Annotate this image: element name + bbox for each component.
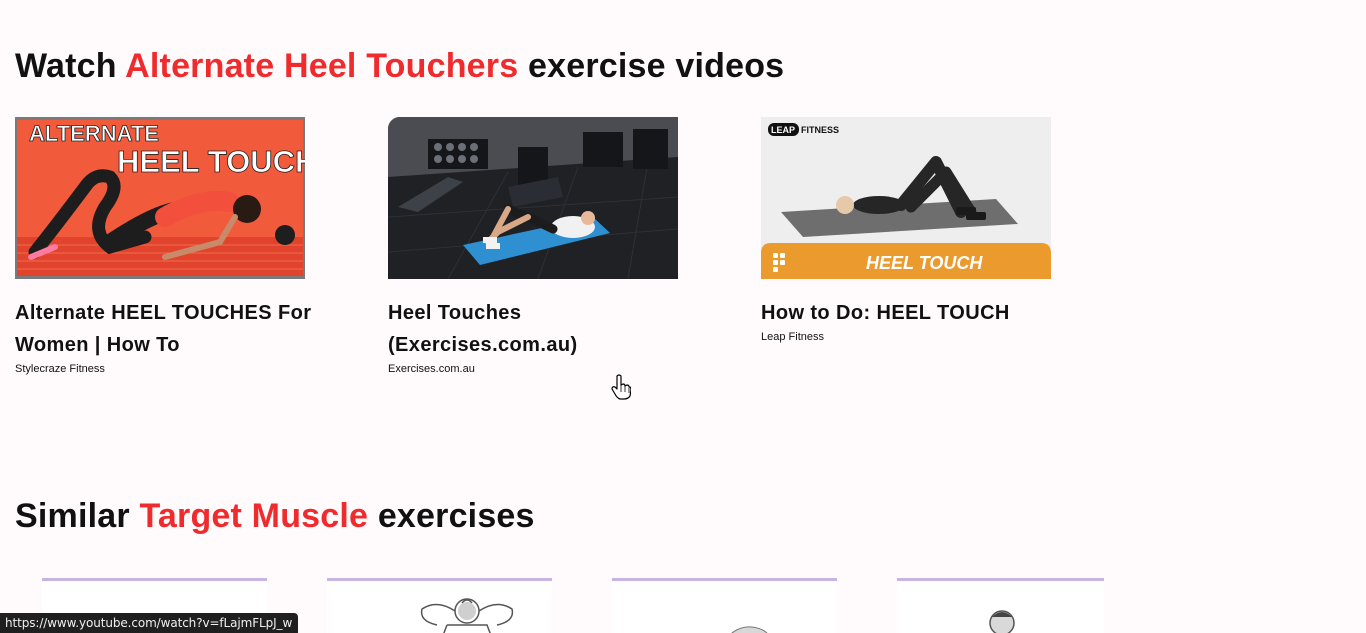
video-channel: Leap Fitness xyxy=(761,331,824,343)
exercise-card[interactable] xyxy=(327,578,552,633)
leap-logo-text: FITNESS xyxy=(801,125,839,135)
video-thumbnail-image: ALTERNATE HEEL TOUCHES xyxy=(15,117,305,279)
video-card[interactable]: ALTERNATE HEEL TOUCHES Alternate HEEL TO… xyxy=(15,117,315,376)
video-channel: Exercises.com.au xyxy=(388,363,475,375)
video-thumbnail[interactable]: ALTERNATE HEEL TOUCHES xyxy=(15,117,305,279)
similar-title-prefix: Similar xyxy=(15,497,130,535)
video-channel: Stylecraze Fitness xyxy=(15,363,105,375)
leap-logo-badge: LEAP xyxy=(771,125,795,135)
exercise-illustration xyxy=(420,598,514,633)
video-thumbnail-image: LEAP FITNESS HEEL TOUCH xyxy=(761,117,1051,279)
video-card[interactable]: Heel Touches (Exercises.com.au) Exercise… xyxy=(388,117,688,376)
videos-title-suffix: exercise videos xyxy=(528,47,785,85)
video-thumbnail[interactable] xyxy=(388,117,678,279)
link-status-bar: https://www.youtube.com/watch?v=fLajmFLp… xyxy=(0,613,299,633)
exercise-card[interactable] xyxy=(612,578,837,633)
page: Watch Alternate Heel Touchers exercise v… xyxy=(0,0,1366,633)
thumbnail-caption-line2: HEEL TOUCHES xyxy=(117,144,305,179)
hand-pointer-icon xyxy=(611,374,631,400)
video-title[interactable]: How to Do: HEEL TOUCH xyxy=(761,297,1061,329)
exercise-card[interactable] xyxy=(897,578,1104,633)
similar-section-title: Similar Target Muscle exercises xyxy=(15,499,535,533)
exercise-illustration xyxy=(731,626,768,633)
videos-title-accent: Alternate Heel Touchers xyxy=(125,47,519,85)
video-card[interactable]: LEAP FITNESS HEEL TOUCH How to Do: HEEL … xyxy=(761,117,1061,344)
thumbnail-caption-line1: ALTERNATE xyxy=(29,121,159,146)
videos-section-title: Watch Alternate Heel Touchers exercise v… xyxy=(15,49,784,83)
video-title[interactable]: Alternate HEEL TOUCHES For Women | How T… xyxy=(15,297,315,361)
similar-title-suffix: exercises xyxy=(377,497,535,535)
videos-title-prefix: Watch xyxy=(15,47,117,85)
video-thumbnail[interactable]: LEAP FITNESS HEEL TOUCH xyxy=(761,117,1051,279)
similar-title-accent: Target Muscle xyxy=(139,497,369,535)
exercise-illustration xyxy=(989,610,1015,633)
video-thumbnail-image xyxy=(388,117,678,279)
thumbnail-banner-text: HEEL TOUCH xyxy=(866,253,983,273)
video-title[interactable]: Heel Touches (Exercises.com.au) xyxy=(388,297,688,361)
